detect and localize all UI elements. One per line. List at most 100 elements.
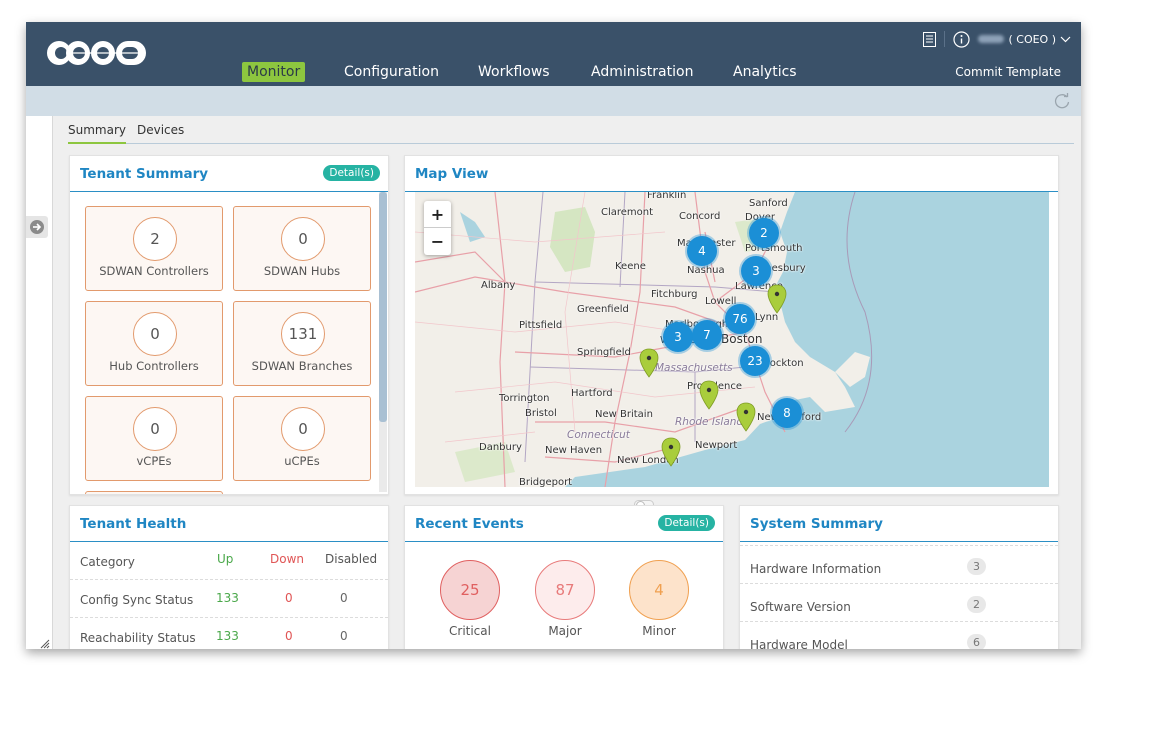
panel-title: Map View: [415, 166, 489, 182]
map-cluster[interactable]: 4: [687, 236, 717, 266]
down-cell[interactable]: 0: [285, 591, 293, 605]
tile-count: 2: [133, 217, 177, 261]
event-major[interactable]: 87 Major: [534, 560, 596, 638]
event-critical[interactable]: 25 Critical: [439, 560, 501, 638]
panel-title: Tenant Health: [80, 516, 187, 532]
nav-analytics[interactable]: Analytics: [733, 62, 797, 82]
map-label: Boston: [721, 332, 763, 346]
zoom-out-button[interactable]: −: [424, 228, 451, 255]
tile-label: SDWAN Controllers: [99, 264, 209, 278]
task-list-icon[interactable]: [923, 31, 937, 47]
item-count-badge: 2: [967, 596, 986, 613]
recent-events-details-button[interactable]: Detail(s): [658, 515, 715, 531]
disabled-cell[interactable]: 0: [340, 591, 348, 605]
tile-hub-controllers[interactable]: 0 Hub Controllers: [85, 301, 223, 386]
tile-label: Hub Controllers: [109, 359, 199, 373]
list-item[interactable]: Hardware Model 6: [740, 622, 1058, 649]
map-cluster[interactable]: 76: [725, 304, 755, 334]
map-label: Concord: [679, 211, 721, 222]
nav-monitor[interactable]: Monitor: [242, 62, 306, 82]
commit-template-link[interactable]: Commit Template: [955, 65, 1061, 79]
zoom-in-button[interactable]: +: [424, 201, 451, 228]
map-cluster[interactable]: 8: [772, 398, 802, 428]
event-label: Critical: [449, 624, 491, 638]
list-item[interactable]: Hardware Information 3: [740, 546, 1058, 584]
nav-administration[interactable]: Administration: [591, 62, 693, 82]
tab-devices[interactable]: Devices: [137, 122, 184, 142]
map-label: Massachusetts: [655, 362, 733, 374]
map-label: Danbury: [479, 442, 522, 453]
nav-workflows[interactable]: Workflows: [478, 62, 550, 82]
main-nav: Monitor Configuration Workflows Administ…: [26, 62, 1081, 84]
top-navigation-bar: Monitor Configuration Workflows Administ…: [26, 22, 1081, 86]
panel-header: System Summary: [740, 506, 1058, 542]
map-label: Fitchburg: [651, 289, 698, 300]
category-cell: Config Sync Status: [80, 593, 194, 607]
arrow-right-circle-icon: [30, 220, 44, 234]
tile-label: SDWAN Hubs: [263, 264, 341, 278]
map-label: Claremont: [601, 207, 654, 218]
item-label: Software Version: [750, 600, 851, 614]
table-header-row: Category Up Down Disabled: [70, 542, 388, 580]
scrollbar-thumb[interactable]: [379, 192, 387, 422]
map-label: New Britain: [595, 409, 653, 420]
left-sidebar-collapsed: [26, 116, 53, 649]
tile-sdwan-hubs[interactable]: 0 SDWAN Hubs: [233, 206, 371, 291]
column-header: Up: [217, 552, 234, 566]
map-canvas[interactable]: Franklin Sanford Claremont Concord Dover…: [415, 192, 1049, 487]
tile-vcpes[interactable]: 0 vCPEs: [85, 396, 223, 481]
map-marker-icon[interactable]: [639, 348, 659, 378]
list-item[interactable]: Software Version 2: [740, 584, 1058, 622]
user-menu[interactable]: ( COEO ): [978, 33, 1071, 46]
tile-label: vCPEs: [136, 454, 172, 468]
map-label: Rhode Island: [675, 416, 744, 428]
tenant-health-table: Category Up Down Disabled Config Sync St…: [70, 542, 388, 649]
tenant-summary-details-button[interactable]: Detail(s): [323, 165, 380, 181]
up-cell[interactable]: 133: [216, 591, 239, 605]
event-count: 25: [440, 560, 500, 620]
map-cluster[interactable]: 7: [692, 320, 722, 350]
map-cluster[interactable]: 2: [749, 218, 779, 248]
panel-title: Recent Events: [415, 516, 524, 532]
disabled-cell[interactable]: 0: [340, 629, 348, 643]
tenant-summary-panel: Tenant Summary Detail(s) 2 SDWAN Control…: [69, 155, 389, 495]
info-icon[interactable]: [953, 30, 971, 48]
refresh-icon[interactable]: [1053, 92, 1071, 110]
event-count: 87: [535, 560, 595, 620]
map-cluster[interactable]: 3: [663, 322, 693, 352]
tile-partial[interactable]: [85, 491, 223, 494]
table-row: Config Sync Status 133 0 0: [70, 580, 388, 618]
map-marker-icon[interactable]: [661, 437, 681, 467]
map-cluster[interactable]: 3: [741, 256, 771, 286]
tenant-summary-scrollbar[interactable]: [379, 192, 387, 492]
down-cell[interactable]: 0: [285, 629, 293, 643]
tile-label: SDWAN Branches: [251, 359, 353, 373]
item-count-badge: 3: [967, 558, 986, 575]
map-label: Sanford: [749, 198, 788, 209]
map-marker-icon[interactable]: [736, 402, 756, 432]
tab-summary[interactable]: Summary: [68, 122, 126, 144]
app-window: Monitor Configuration Workflows Administ…: [26, 22, 1081, 649]
nav-configuration[interactable]: Configuration: [344, 62, 439, 82]
up-cell[interactable]: 133: [216, 629, 239, 643]
tile-ucpes[interactable]: 0 uCPEs: [233, 396, 371, 481]
system-summary-list: Hardware Information 3 Software Version …: [740, 545, 1058, 649]
map-label: Keene: [615, 261, 646, 272]
map-view-panel: Map View Franklin Sanford Claremont Conc…: [404, 155, 1059, 495]
item-label: Hardware Model: [750, 638, 848, 649]
tile-count: 0: [281, 217, 325, 261]
map-label: Newport: [695, 440, 738, 451]
tile-sdwan-controllers[interactable]: 2 SDWAN Controllers: [85, 206, 223, 291]
map-label: Franklin: [647, 192, 687, 201]
map-marker-icon[interactable]: [699, 380, 719, 410]
map-cluster[interactable]: 23: [740, 346, 770, 376]
map-label: Bristol: [525, 408, 557, 419]
tile-count: 131: [281, 312, 325, 356]
resize-grip-icon[interactable]: [40, 639, 50, 649]
event-minor[interactable]: 4 Minor: [628, 560, 690, 638]
panel-title: System Summary: [750, 516, 883, 532]
expand-sidebar-button[interactable]: [26, 216, 48, 238]
tenant-health-panel: Tenant Health Category Up Down Disabled …: [69, 505, 389, 649]
tile-sdwan-branches[interactable]: 131 SDWAN Branches: [233, 301, 371, 386]
map-marker-icon[interactable]: [767, 284, 787, 314]
